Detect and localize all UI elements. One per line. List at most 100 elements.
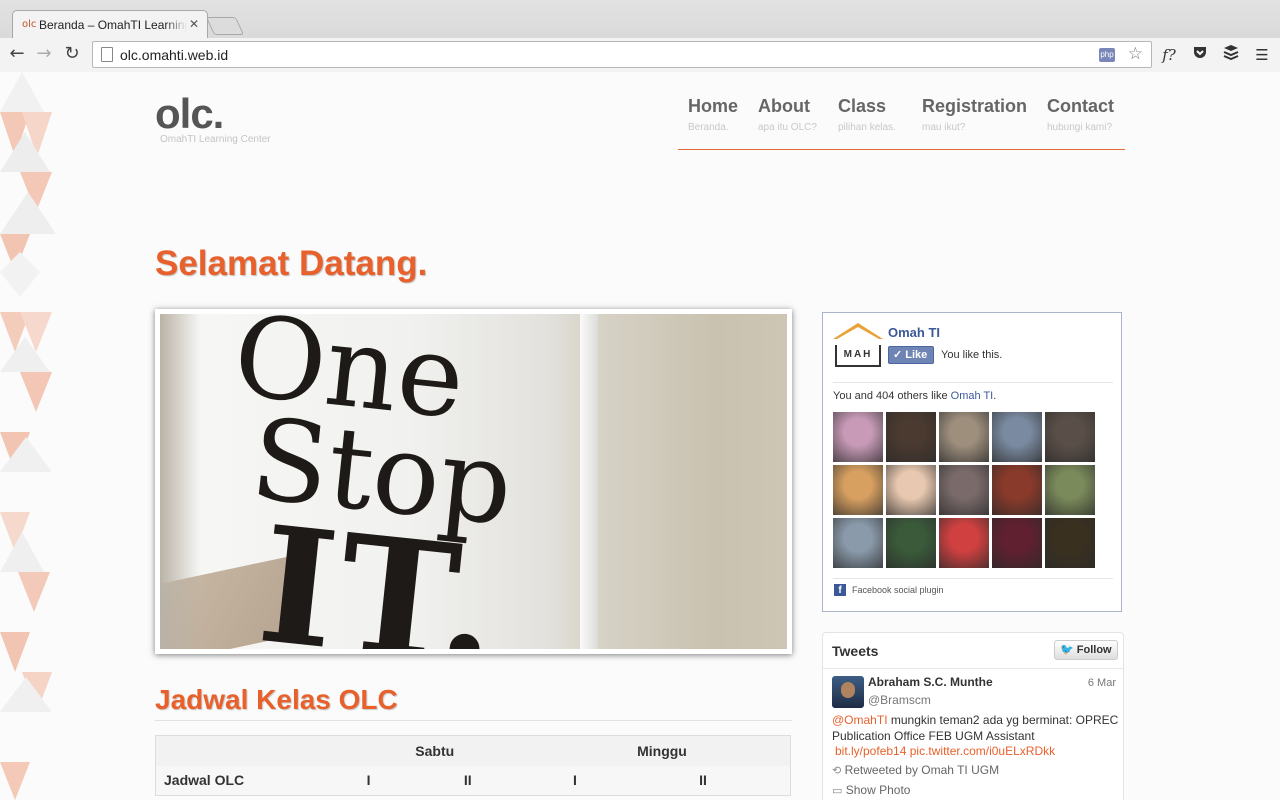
show-photo-link[interactable]: ▭ Show Photo (832, 783, 910, 797)
hero-sign-text: One Stop IT. (204, 314, 530, 649)
fan-avatar[interactable] (992, 412, 1042, 462)
menu-icon[interactable]: ☰ (1251, 44, 1273, 66)
fan-avatar[interactable] (1045, 412, 1095, 462)
hero-photo: One Stop IT. (160, 314, 787, 649)
table-day-saturday: Sabtu (415, 742, 455, 759)
tweet-text: @OmahTI mungkin teman2 ada yg berminat: … (832, 712, 1122, 744)
nav-item-about[interactable]: About apa itu OLC? (758, 96, 817, 133)
tweet-author-name[interactable]: Abraham S.C. Munthe (868, 675, 993, 689)
nav-class-title: Class (838, 96, 887, 116)
table-header-row: Sabtu Minggu (155, 735, 791, 766)
divider (833, 382, 1113, 383)
fan-avatar[interactable] (939, 465, 989, 515)
fan-avatar[interactable] (1045, 518, 1095, 568)
tab-title: Beranda – OmahTI Learning Center (39, 18, 187, 32)
nav-home-title: Home (688, 96, 739, 116)
fan-avatar[interactable] (886, 518, 936, 568)
nav-about-title: About (758, 96, 810, 116)
back-arrow-icon[interactable]: ← (5, 42, 29, 66)
follow-label: Follow (1076, 644, 1112, 656)
sign-line-3: IT. (251, 489, 511, 649)
nav-home-subtitle: Beranda. (688, 122, 729, 133)
fan-avatar[interactable] (992, 465, 1042, 515)
facebook-like-button[interactable]: ✓ Like (888, 346, 934, 364)
forward-arrow-icon[interactable]: → (32, 42, 56, 66)
retweet-info: ⟲ Retweeted by Omah TI UGM (832, 763, 999, 777)
new-tab-button[interactable] (205, 17, 245, 35)
tweet-link-pic[interactable]: pic.twitter.com/i0uELxRDkk (910, 744, 1055, 758)
logo-text: MAH (835, 345, 881, 367)
table-cell: I (366, 772, 371, 789)
nav-class-subtitle: pilihan kelas. (838, 122, 896, 133)
address-bar[interactable]: olc.omahti.web.id php ☆ (92, 41, 1152, 68)
like-count-page-link[interactable]: Omah TI (951, 390, 994, 402)
facebook-page-link[interactable]: Omah TI (888, 325, 940, 340)
table-cell: I (572, 772, 577, 789)
retweet-text: Retweeted by Omah TI UGM (844, 763, 1000, 777)
fan-avatar[interactable] (886, 465, 936, 515)
schedule-divider (155, 720, 792, 721)
table-row: Jadwal OLC I II I II (155, 765, 791, 796)
tweet-mention-link[interactable]: @OmahTI (832, 713, 888, 727)
twitter-bird-icon: 🐦 (1060, 643, 1074, 656)
fan-avatar[interactable] (833, 412, 883, 462)
nav-about-subtitle: apa itu OLC? (758, 122, 817, 133)
divider (823, 668, 1123, 669)
nav-item-class[interactable]: Class pilihan kelas. (838, 96, 896, 133)
fan-avatar[interactable] (833, 465, 883, 515)
table-corner-cell (156, 736, 336, 766)
fan-faces-grid (833, 412, 1098, 572)
hero-photo-frame: One Stop IT. (155, 309, 792, 654)
like-count-text: You and 404 others like Omah TI. (833, 390, 996, 402)
fan-avatar[interactable] (992, 518, 1042, 568)
tweet-author-avatar[interactable] (832, 676, 864, 708)
bookmark-star-icon[interactable]: ☆ (1128, 44, 1143, 64)
site-tagline: OmahTI Learning Center (160, 134, 271, 145)
like-count-suffix: . (993, 390, 997, 402)
schedule-table: Sabtu Minggu Jadwal OLC I II I II (155, 735, 791, 796)
retweet-icon: ⟲ (832, 764, 842, 777)
fan-avatar[interactable] (886, 412, 936, 462)
photo-icon: ▭ (832, 784, 843, 797)
like-count-prefix: You and 404 others like (833, 390, 948, 402)
nav-item-contact[interactable]: Contact hubungi kami? (1047, 96, 1114, 133)
browser-tab[interactable]: olc Beranda – OmahTI Learning Center ✕ (12, 10, 208, 38)
url-text[interactable]: olc.omahti.web.id (120, 47, 228, 63)
like-status-text: You like this. (941, 349, 1003, 361)
tweet-link-bitly[interactable]: bit.ly/pofeb14 (835, 744, 906, 758)
facebook-plugin-link[interactable]: Facebook social plugin (852, 585, 944, 595)
omahti-page-logo[interactable]: MAH (833, 323, 883, 369)
facebook-icon: f (834, 584, 846, 596)
tweet-date[interactable]: 6 Mar (1088, 677, 1116, 689)
close-tab-icon[interactable]: ✕ (189, 17, 199, 31)
nav-registration-subtitle: mau ikut? (922, 122, 966, 133)
font-finder-extension-icon[interactable]: f? (1158, 44, 1180, 66)
table-cell: II (463, 772, 472, 789)
nav-contact-subtitle: hubungi kami? (1047, 122, 1113, 133)
fan-avatar[interactable] (939, 518, 989, 568)
browser-toolbar: ← → ↻ olc.omahti.web.id php ☆ f? ☰ (0, 38, 1280, 72)
logo-roof-inner (837, 327, 879, 339)
tweet-author-handle[interactable]: @Bramscm (868, 693, 931, 707)
main-navigation: Home Beranda. About apa itu OLC? Class p… (678, 96, 1125, 150)
nav-item-registration[interactable]: Registration mau ikut? (922, 96, 1027, 133)
reload-icon[interactable]: ↻ (60, 42, 84, 66)
tab-strip: olc Beranda – OmahTI Learning Center ✕ (0, 0, 1280, 38)
photo-banner-edge (580, 314, 598, 649)
table-row-label: Jadwal OLC (164, 772, 245, 789)
site-logo[interactable]: olc. (155, 90, 224, 138)
fan-avatar[interactable] (939, 412, 989, 462)
fan-avatar[interactable] (1045, 465, 1095, 515)
divider (833, 578, 1113, 579)
fan-avatar[interactable] (833, 518, 883, 568)
table-cell: II (699, 772, 707, 789)
welcome-heading: Selamat Datang. (155, 244, 428, 283)
buffer-extension-icon[interactable] (1220, 44, 1242, 66)
pocket-extension-icon[interactable] (1189, 44, 1211, 66)
php-extension-icon[interactable]: php (1099, 48, 1115, 62)
twitter-follow-button[interactable]: 🐦 Follow (1054, 640, 1118, 660)
nav-item-home[interactable]: Home Beranda. (688, 96, 738, 133)
browser-chrome: olc Beranda – OmahTI Learning Center ✕ ←… (0, 0, 1280, 72)
web-page: olc. OmahTI Learning Center Home Beranda… (0, 72, 1280, 800)
tweets-heading: Tweets (832, 643, 879, 659)
